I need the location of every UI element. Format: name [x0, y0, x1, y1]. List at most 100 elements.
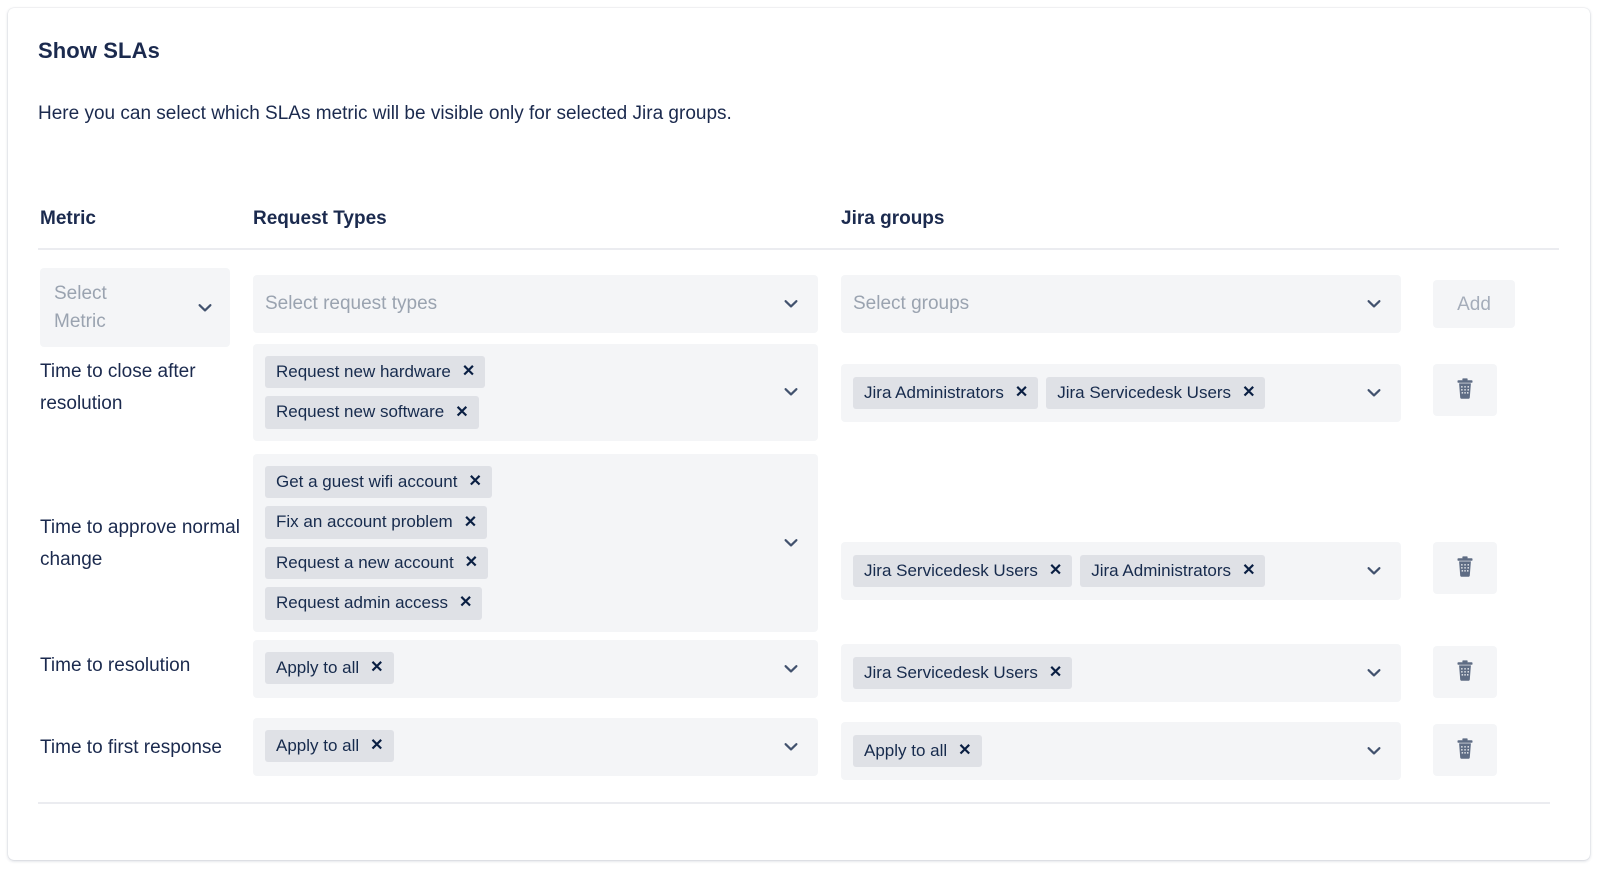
- chip-label: Jira Administrators: [1091, 560, 1232, 580]
- request-type-chip[interactable]: Request a new account ✕: [265, 546, 489, 580]
- jira-group-multiselect[interactable]: Jira Servicedesk Users ✕: [841, 644, 1401, 702]
- jira-group-multiselect[interactable]: Jira Servicedesk Users ✕ Jira Administrato…: [841, 542, 1401, 600]
- chip-label: Apply to all: [864, 740, 948, 760]
- jira-group-chip[interactable]: Jira Servicedesk Users ✕: [853, 554, 1073, 588]
- request-type-chip[interactable]: Request admin access ✕: [265, 587, 483, 620]
- row-action-cell: [1433, 542, 1517, 594]
- metric-label: Time to approve normal change: [40, 517, 240, 570]
- chevron-down-icon[interactable]: [1365, 295, 1383, 313]
- show-slas-card: Show SLAs Here you can select which SLAs…: [8, 8, 1590, 860]
- chip-label: Fix an account problem: [276, 512, 453, 532]
- request-type-chip[interactable]: Request new software ✕: [265, 396, 479, 429]
- chevron-down-icon[interactable]: [782, 383, 800, 401]
- add-button[interactable]: Add: [1433, 280, 1515, 328]
- jira-group-chip[interactable]: Jira Administrators ✕: [853, 376, 1039, 410]
- chip-label: Jira Administrators: [864, 382, 1004, 402]
- metric-select-placeholder-line2: Metric: [54, 310, 106, 332]
- request-types-cell: Get a guest wifi account ✕ Fix an account …: [253, 454, 818, 632]
- jira-groups-cell: Jira Servicedesk Users ✕: [841, 644, 1401, 702]
- delete-row-button[interactable]: [1433, 542, 1497, 594]
- trash-icon: [1455, 737, 1475, 763]
- new-sla-entry-row: Select Metric Select request types Select g…: [38, 250, 1559, 348]
- jira-group-chip[interactable]: Jira Administrators ✕: [1080, 554, 1266, 588]
- chip-remove-icon[interactable]: ✕: [455, 404, 468, 421]
- request-type-chip[interactable]: Fix an account problem ✕: [265, 506, 488, 539]
- column-header-jira-groups: Jira groups: [841, 208, 945, 229]
- metric-cell: Time to approve normal change: [40, 512, 245, 576]
- request-type-multiselect[interactable]: Apply to all ✕: [253, 640, 818, 698]
- jira-group-multiselect[interactable]: Apply to all ✕: [841, 722, 1401, 780]
- chip-label: Jira Servicedesk Users: [1057, 382, 1232, 402]
- table-bottom-divider: [38, 802, 1550, 804]
- jira-groups-cell: Apply to all ✕: [841, 722, 1401, 780]
- delete-row-button[interactable]: [1433, 646, 1497, 698]
- chip-remove-icon[interactable]: ✕: [1242, 384, 1255, 401]
- chevron-down-icon[interactable]: [1365, 664, 1383, 682]
- request-types-cell: Request new hardware ✕ Request new softwar…: [253, 344, 818, 441]
- chevron-down-icon[interactable]: [782, 295, 800, 313]
- column-header-metric: Metric: [40, 208, 96, 229]
- chip-remove-icon[interactable]: ✕: [1015, 384, 1028, 401]
- chip-remove-icon[interactable]: ✕: [468, 474, 481, 490]
- request-type-chip[interactable]: Request new hardware ✕: [265, 356, 486, 389]
- chip-remove-icon[interactable]: ✕: [459, 595, 472, 611]
- jira-groups-multiselect[interactable]: Select groups: [841, 275, 1401, 333]
- jira-group-chip[interactable]: Apply to all ✕: [853, 734, 982, 768]
- delete-row-button[interactable]: [1433, 364, 1497, 416]
- chip-label: Request new software: [276, 402, 445, 422]
- chip-label: Request a new account: [276, 552, 454, 572]
- screen-root: Show SLAs Here you can select which SLAs…: [0, 0, 1600, 876]
- chip-label: Jira Servicedesk Users: [864, 662, 1038, 682]
- chip-remove-icon[interactable]: ✕: [958, 742, 971, 759]
- delete-row-button[interactable]: [1433, 724, 1497, 776]
- request-type-multiselect[interactable]: Request new hardware ✕ Request new softwar…: [253, 344, 818, 441]
- request-type-multiselect[interactable]: Apply to all ✕: [253, 718, 818, 776]
- chip-label: Apply to all: [276, 736, 360, 755]
- chip-remove-icon[interactable]: ✕: [1049, 562, 1062, 579]
- chevron-down-icon[interactable]: [782, 534, 800, 552]
- metric-label: Time to resolution: [40, 655, 191, 676]
- column-header-request-types: Request Types: [253, 208, 387, 229]
- chevron-down-icon[interactable]: [782, 660, 800, 678]
- chip-label: Apply to all: [276, 658, 360, 677]
- request-type-chip[interactable]: Get a guest wifi account ✕: [265, 466, 492, 499]
- chip-remove-icon[interactable]: ✕: [1049, 664, 1062, 681]
- chevron-down-icon[interactable]: [1365, 742, 1383, 760]
- new-row-jira-groups-cell: Select groups: [841, 275, 1401, 333]
- metric-cell: Time to first response: [40, 732, 245, 764]
- chip-label: Request new hardware: [276, 362, 451, 381]
- request-types-cell: Apply to all ✕: [253, 640, 818, 698]
- chevron-down-icon[interactable]: [1365, 562, 1383, 580]
- new-row-request-types-cell: Select request types: [253, 275, 818, 333]
- chevron-down-icon[interactable]: [1365, 384, 1383, 402]
- row-action-cell: [1433, 724, 1517, 776]
- jira-group-multiselect[interactable]: Jira Administrators ✕ Jira Servicedesk Use…: [841, 364, 1401, 422]
- metric-label: Time to first response: [40, 737, 222, 758]
- chip-remove-icon[interactable]: ✕: [1242, 562, 1255, 579]
- request-type-chip[interactable]: Apply to all ✕: [265, 652, 394, 685]
- request-types-placeholder: Select request types: [265, 293, 438, 314]
- chevron-down-icon[interactable]: [782, 738, 800, 756]
- jira-group-chip[interactable]: Jira Servicedesk Users ✕: [1046, 376, 1266, 410]
- chip-remove-icon[interactable]: ✕: [370, 738, 383, 754]
- request-types-multiselect[interactable]: Select request types: [253, 275, 818, 333]
- table-header-row: Metric Request Types Jira groups: [38, 208, 1559, 250]
- metric-select-placeholder-line1: Select: [54, 283, 107, 304]
- jira-group-chip[interactable]: Jira Servicedesk Users ✕: [853, 656, 1073, 690]
- table-row: Time to close after resolution Request ne…: [38, 332, 1559, 442]
- chip-remove-icon[interactable]: ✕: [465, 554, 478, 571]
- request-type-multiselect[interactable]: Get a guest wifi account ✕ Fix an account …: [253, 454, 818, 632]
- trash-icon: [1455, 377, 1475, 403]
- trash-icon: [1455, 659, 1475, 685]
- chip-remove-icon[interactable]: ✕: [370, 660, 383, 676]
- chip-label: Get a guest wifi account: [276, 472, 458, 491]
- chip-remove-icon[interactable]: ✕: [464, 514, 477, 531]
- page-title: Show SLAs: [38, 38, 160, 63]
- row-action-cell: [1433, 364, 1517, 416]
- page-description: Here you can select which SLAs metric wi…: [38, 103, 732, 124]
- chip-label: Jira Servicedesk Users: [864, 560, 1038, 580]
- chevron-down-icon[interactable]: [196, 299, 214, 317]
- metric-label: Time to close after resolution: [40, 361, 196, 414]
- chip-remove-icon[interactable]: ✕: [462, 364, 475, 380]
- request-type-chip[interactable]: Apply to all ✕: [265, 730, 394, 763]
